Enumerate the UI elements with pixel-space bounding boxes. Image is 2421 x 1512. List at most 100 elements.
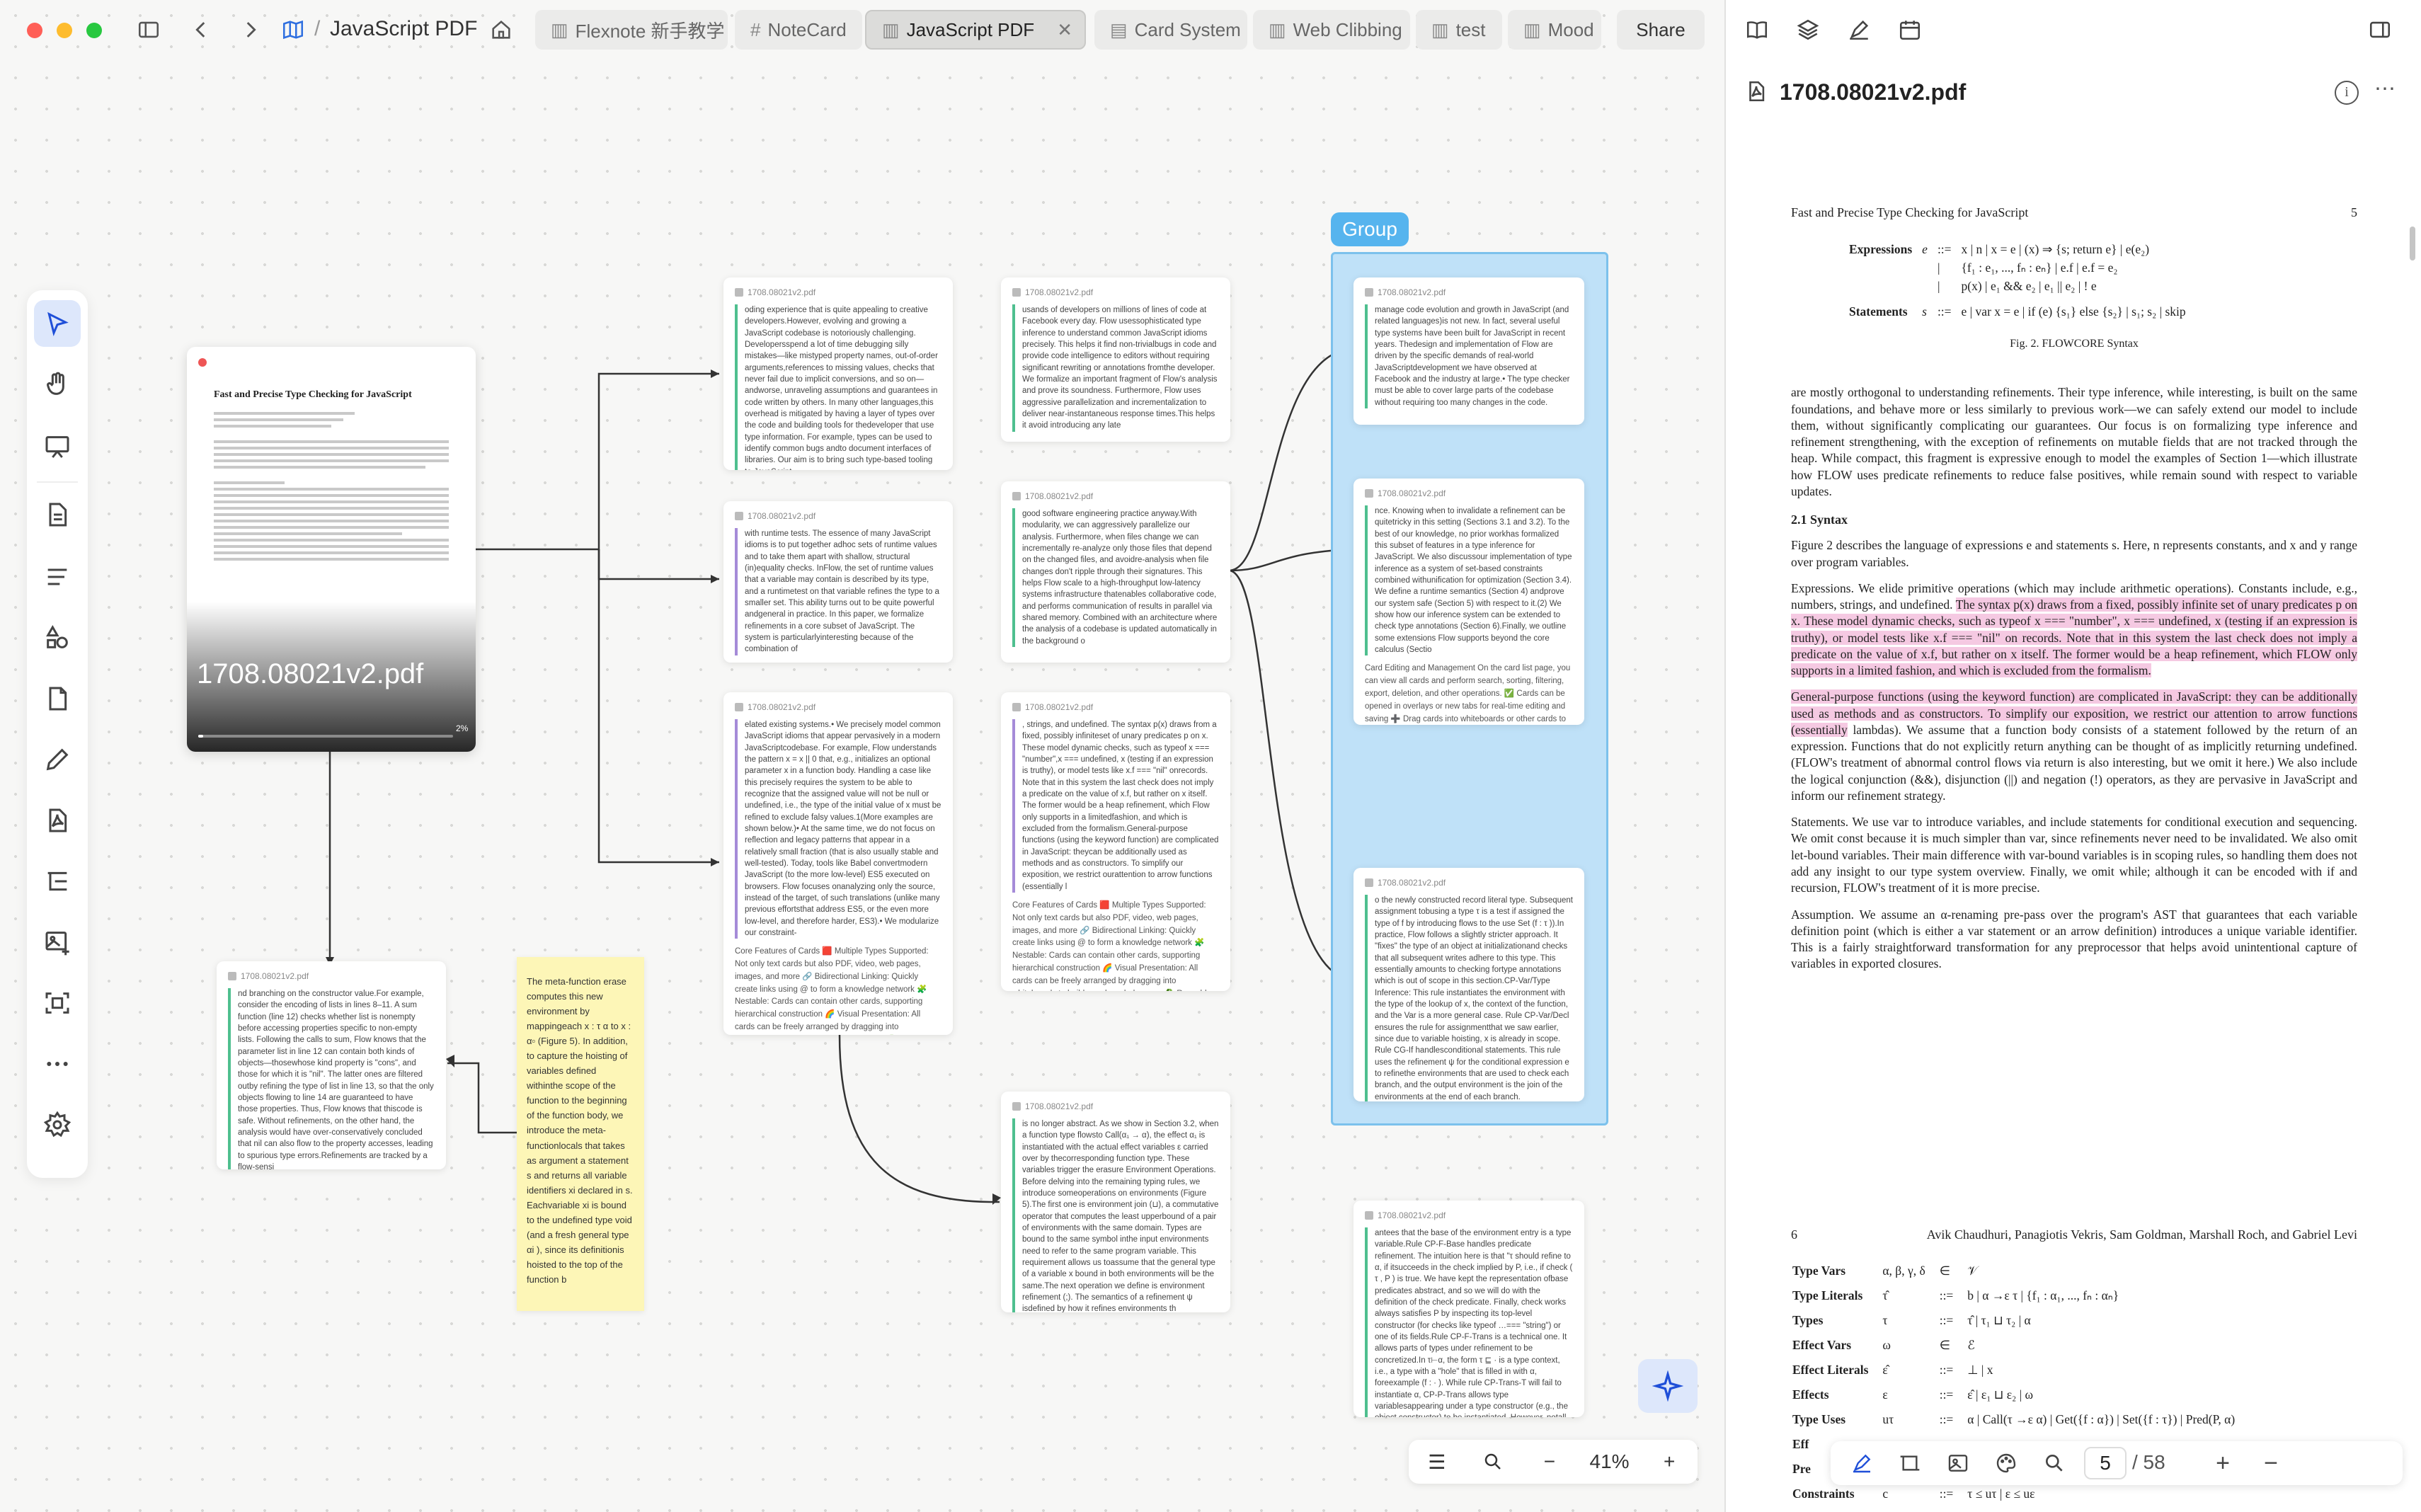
type-def: ::= — [1939, 1412, 1954, 1426]
whiteboard-canvas[interactable]: / JavaScript PDF ▥ Flexnote 新手教学 # NoteC… — [0, 0, 1724, 1512]
type-name: Effects — [1792, 1387, 1829, 1402]
card-source: 1708.08021v2.pdf — [1365, 287, 1573, 297]
area-select-icon[interactable] — [1896, 1449, 1924, 1477]
grammar-def: ::= — [1937, 304, 1952, 319]
zoom-out-button[interactable]: − — [1533, 1445, 1566, 1478]
pdf-page-5[interactable]: Fast and Precise Type Checking for JavaS… — [1791, 205, 2357, 983]
panel-toggle-icon[interactable] — [2366, 16, 2394, 44]
tool-palette — [27, 290, 88, 1178]
search-icon[interactable] — [1477, 1445, 1509, 1478]
highlighter-icon[interactable] — [1845, 16, 1873, 44]
calendar-icon[interactable] — [1896, 16, 1924, 44]
pen-tool-button[interactable] — [34, 736, 81, 783]
presentation-tool-button[interactable] — [34, 423, 81, 470]
outline-tool-button[interactable] — [34, 858, 81, 905]
select-tool-button[interactable] — [34, 300, 81, 347]
grouped-card[interactable]: 1708.08021v2.pdf nce. Knowing when to in… — [1353, 479, 1584, 725]
grammar-name: Expressions — [1849, 242, 1913, 256]
excerpt-card[interactable]: 1708.08021v2.pdf usands of developers on… — [1001, 277, 1230, 442]
excerpt-card[interactable]: 1708.08021v2.pdf , strings, and undefine… — [1001, 692, 1230, 991]
book-icon[interactable] — [1743, 16, 1771, 44]
scrollbar[interactable] — [2410, 227, 2415, 260]
reading-progress-track — [198, 735, 453, 738]
card-excerpt: elated existing systems.• We precisely m… — [735, 719, 942, 939]
card-source: 1708.08021v2.pdf — [735, 287, 942, 297]
type-rhs: ℰ — [1967, 1338, 1975, 1352]
type-name: Type Literals — [1792, 1288, 1863, 1302]
more-icon[interactable]: ⋯ — [2374, 76, 2396, 101]
highlighter-icon[interactable] — [1848, 1449, 1876, 1477]
excerpt-card[interactable]: 1708.08021v2.pdf antees that the base of… — [1353, 1201, 1584, 1417]
grouped-card[interactable]: 1708.08021v2.pdf manage code evolution a… — [1353, 277, 1584, 425]
card-source: 1708.08021v2.pdf — [1012, 287, 1219, 297]
excerpt-card[interactable]: 1708.08021v2.pdf with runtime tests. The… — [723, 501, 953, 663]
pdf-icon — [1012, 288, 1021, 297]
grammar-def: ::= — [1937, 242, 1952, 256]
card-source-label: 1708.08021v2.pdf — [1378, 287, 1446, 297]
excerpt-card[interactable]: 1708.08021v2.pdf oding experience that i… — [723, 277, 953, 470]
section-heading: 2.1 Syntax — [1791, 512, 1848, 527]
search-icon[interactable] — [2040, 1449, 2068, 1477]
card-source: 1708.08021v2.pdf — [735, 702, 942, 712]
running-head-title: Fast and Precise Type Checking for JavaS… — [1791, 205, 2029, 219]
frame-tool-button[interactable] — [34, 675, 81, 722]
connector — [447, 1062, 517, 1134]
card-management-text: Card Editing and Management On the card … — [1365, 664, 1571, 723]
type-def: ::= — [1939, 1487, 1954, 1501]
shapes-tool-button[interactable] — [34, 614, 81, 661]
zoom-out-button[interactable]: − — [2257, 1449, 2285, 1477]
card-source-label: 1708.08021v2.pdf — [1025, 491, 1094, 501]
app-window: / JavaScript PDF ▥ Flexnote 新手教学 # NoteC… — [0, 0, 2421, 1512]
page-navigation-bar: 5 / 58 + − — [1831, 1441, 2403, 1485]
excerpt-card[interactable]: 1708.08021v2.pdf nd branching on the con… — [217, 961, 446, 1169]
type-rhs: b | α →ε τ | {f₁ : α₁, ..., fₙ : αₙ} — [1967, 1288, 2119, 1302]
running-head: Fast and Precise Type Checking for JavaS… — [1791, 205, 2357, 220]
image-icon[interactable] — [1944, 1449, 1972, 1477]
image-tool-button[interactable] — [34, 919, 81, 966]
more-tools-button[interactable] — [34, 1041, 81, 1087]
type-symbol: uτ — [1882, 1412, 1894, 1426]
type-rhs: τ̂ | τ₁ ⊔ τ₂ | α — [1967, 1313, 2031, 1327]
grouped-card[interactable]: 1708.08021v2.pdf o the newly constructed… — [1353, 868, 1584, 1101]
palette-icon[interactable] — [1992, 1449, 2020, 1477]
type-symbol: τ — [1882, 1313, 1888, 1327]
sticky-note[interactable]: The meta-function erase computes this ne… — [517, 957, 644, 1311]
type-name: Types — [1792, 1313, 1824, 1327]
settings-button[interactable] — [34, 1101, 81, 1148]
pdf-file-icon — [1744, 79, 1773, 108]
toolbar-divider — [37, 481, 78, 483]
card-excerpt: , strings, and undefined. The syntax p(x… — [1012, 719, 1219, 893]
type-def: ∈ — [1939, 1338, 1950, 1352]
type-symbol: ω — [1882, 1338, 1891, 1352]
ai-sparkle-button[interactable] — [1638, 1359, 1698, 1413]
type-name: Type Vars — [1792, 1264, 1846, 1278]
type-symbol: ε̂ — [1882, 1363, 1888, 1377]
layers-icon[interactable] — [1794, 16, 1822, 44]
card-source-label: 1708.08021v2.pdf — [1025, 287, 1094, 297]
pdf-card[interactable]: Fast and Precise Type Checking for JavaS… — [187, 347, 476, 752]
excerpt-card[interactable]: 1708.08021v2.pdf good software engineeri… — [1001, 481, 1230, 663]
excerpt-card[interactable]: 1708.08021v2.pdf is no longer abstract. … — [1001, 1092, 1230, 1312]
zoom-in-button[interactable]: + — [2209, 1449, 2237, 1477]
hand-tool-button[interactable] — [34, 361, 81, 408]
page-number-input[interactable]: 5 — [2084, 1447, 2127, 1479]
add-card-button[interactable] — [34, 491, 81, 538]
reading-progress-label: 2% — [456, 723, 469, 733]
info-icon[interactable]: i — [2335, 81, 2359, 105]
excerpt-card[interactable]: 1708.08021v2.pdf elated existing systems… — [723, 692, 953, 1035]
zoom-in-button[interactable]: + — [1653, 1445, 1685, 1478]
pdf-title: 1708.08021v2.pdf — [1780, 79, 1967, 105]
pdf-icon — [1012, 492, 1021, 500]
pdf-tool-button[interactable] — [34, 797, 81, 844]
paragraph: Expressions. We elide primitive operatio… — [1791, 580, 2357, 680]
card-excerpt: nce. Knowing when to invalidate a refine… — [1365, 505, 1573, 656]
grammar-symbol — [1922, 278, 1936, 295]
type-name: Type Uses — [1792, 1412, 1846, 1426]
screenshot-tool-button[interactable] — [34, 980, 81, 1026]
card-excerpt: usands of developers on millions of line… — [1012, 304, 1219, 432]
zoom-level[interactable]: 41% — [1590, 1450, 1630, 1473]
list-icon[interactable]: ☰ — [1421, 1445, 1453, 1478]
group-label[interactable]: Group — [1331, 212, 1409, 246]
text-tool-button[interactable] — [34, 554, 81, 600]
type-symbol: τ̂ — [1882, 1288, 1888, 1302]
